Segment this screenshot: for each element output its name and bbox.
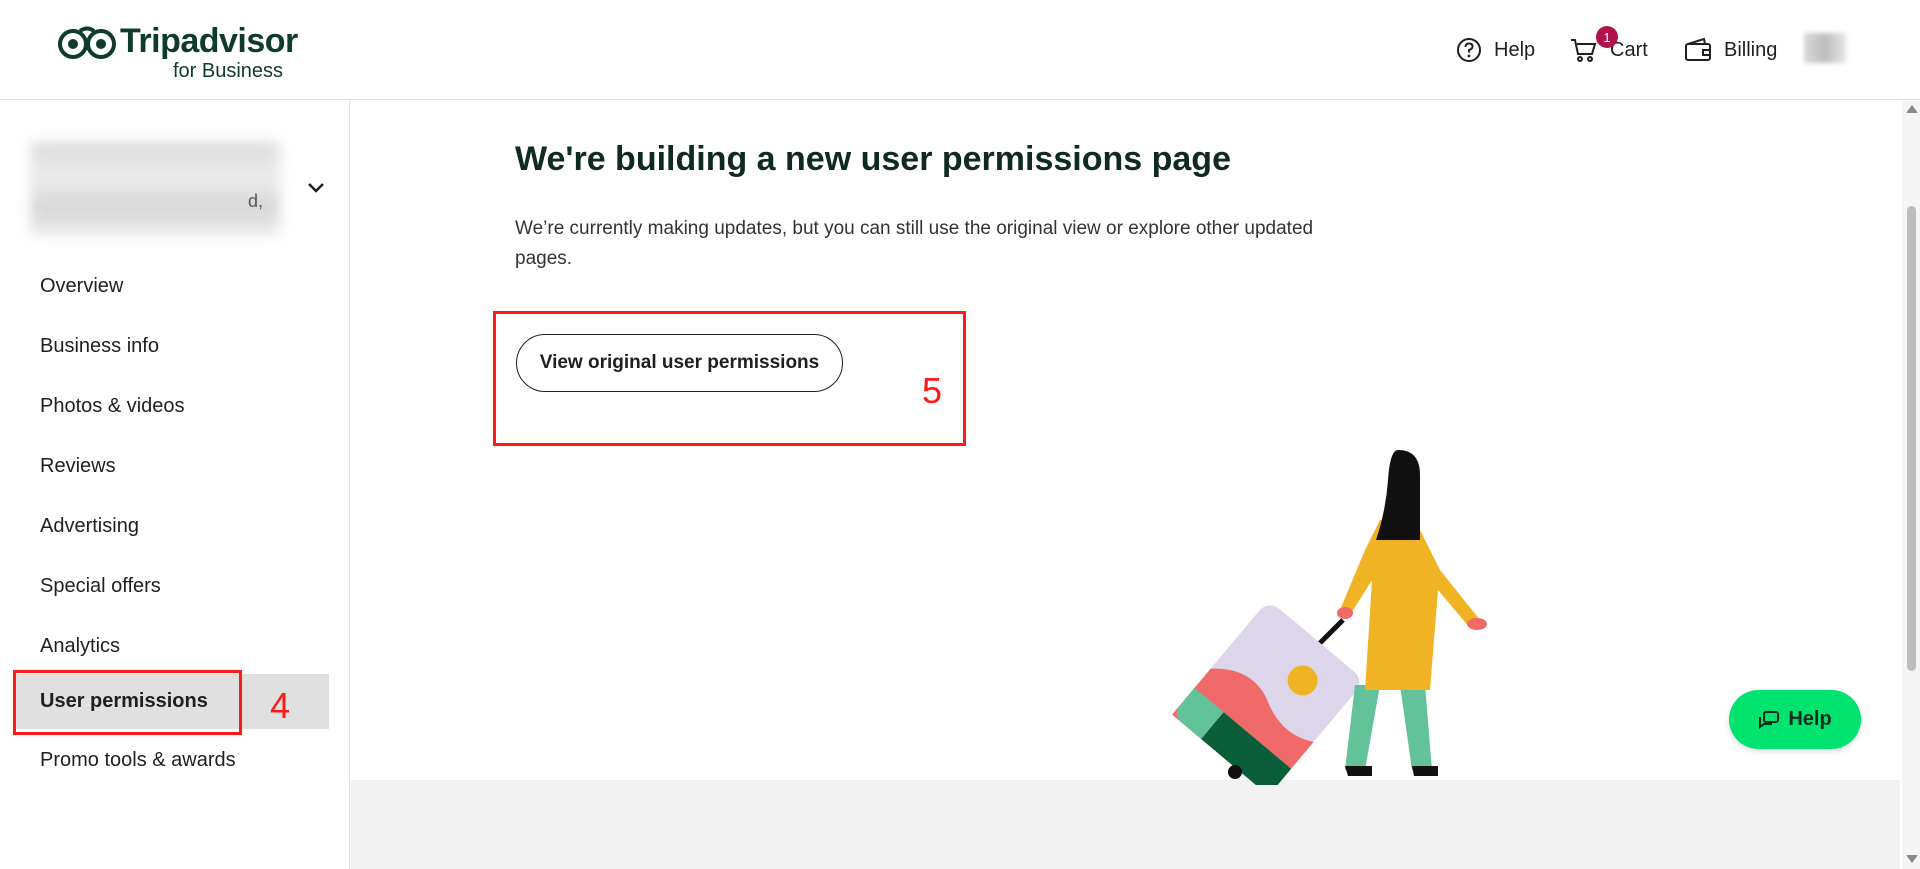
help-chat-button[interactable]: Help xyxy=(1729,690,1861,749)
account-name-suffix: d, xyxy=(248,191,264,211)
chevron-down-icon[interactable] xyxy=(306,181,326,195)
help-chat-label: Help xyxy=(1788,708,1832,730)
page-footer-band xyxy=(351,780,1900,869)
sidebar-item-overview[interactable]: Overview xyxy=(40,275,123,298)
annotation-number-5: 5 xyxy=(922,370,943,411)
header-help-link[interactable]: Help xyxy=(1456,34,1535,66)
tripadvisor-logo[interactable]: Tripadvisor for Business xyxy=(58,22,308,84)
top-header: Tripadvisor for Business Help 1 Cart Bil… xyxy=(0,0,1920,100)
wallet-icon xyxy=(1685,38,1711,61)
header-billing-label: Billing xyxy=(1724,38,1778,61)
scroll-down-arrow-icon[interactable] xyxy=(1906,855,1918,863)
sidebar-item-analytics[interactable]: Analytics xyxy=(40,635,120,658)
page-title: We're building a new user permissions pa… xyxy=(515,140,1231,178)
account-name-redacted xyxy=(30,141,280,236)
logo-subtitle: for Business xyxy=(173,60,284,82)
sidebar: d, Overview Business info Photos & video… xyxy=(0,101,350,869)
cart-icon xyxy=(1571,39,1597,62)
page-scrollbar[interactable] xyxy=(1902,101,1920,869)
sidebar-item-business-info[interactable]: Business info xyxy=(40,335,159,358)
sidebar-item-special-offers[interactable]: Special offers xyxy=(40,575,161,598)
chat-bubbles-icon xyxy=(1759,710,1780,729)
logo-wordmark: Tripadvisor xyxy=(120,22,298,60)
account-switcher[interactable] xyxy=(30,141,280,236)
scroll-up-arrow-icon[interactable] xyxy=(1906,105,1918,113)
sidebar-item-reviews[interactable]: Reviews xyxy=(40,455,116,478)
header-cart-link[interactable]: 1 Cart xyxy=(1570,26,1648,66)
traveler-with-suitcase-illustration xyxy=(1172,450,1487,785)
sidebar-item-photos-videos[interactable]: Photos & videos xyxy=(40,395,185,418)
annotation-box-sidebar xyxy=(13,670,242,735)
avatar[interactable] xyxy=(1804,33,1846,63)
sidebar-item-advertising[interactable]: Advertising xyxy=(40,515,139,538)
help-circle-icon xyxy=(1457,38,1481,62)
cart-count-badge: 1 xyxy=(1596,26,1618,48)
scrollbar-thumb[interactable] xyxy=(1907,206,1916,671)
page-description: We’re currently making updates, but you … xyxy=(515,218,1314,269)
sidebar-item-promo-tools[interactable]: Promo tools & awards xyxy=(40,749,236,772)
owl-logo-icon xyxy=(58,26,116,59)
annotation-number-4: 4 xyxy=(270,685,291,726)
header-help-label: Help xyxy=(1494,38,1536,61)
annotation-box-button xyxy=(493,311,966,446)
header-billing-link[interactable]: Billing xyxy=(1684,34,1777,66)
